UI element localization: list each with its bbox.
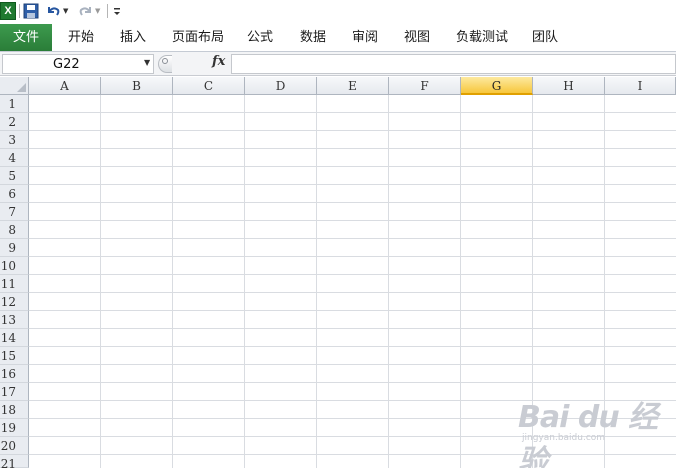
row-header[interactable]: 2 bbox=[0, 113, 29, 131]
row-header[interactable]: 12 bbox=[0, 293, 29, 311]
row-header[interactable]: 11 bbox=[0, 275, 29, 293]
redo-dropdown-icon[interactable]: ▼ bbox=[95, 2, 103, 20]
gridline bbox=[388, 95, 389, 468]
gridline bbox=[29, 220, 676, 221]
formula-bar: G22 ▼ fx bbox=[0, 52, 676, 76]
gridline bbox=[29, 148, 676, 149]
formula-bar-resize-handle[interactable] bbox=[158, 55, 172, 73]
gridline bbox=[460, 95, 461, 468]
tab-load-test[interactable]: 负载测试 bbox=[456, 24, 508, 51]
gridline bbox=[244, 95, 245, 468]
name-box-value: G22 bbox=[53, 57, 80, 72]
save-icon[interactable] bbox=[23, 2, 39, 20]
tab-view[interactable]: 视图 bbox=[404, 24, 430, 51]
qat-separator bbox=[107, 4, 108, 18]
row-header[interactable]: 16 bbox=[0, 365, 29, 383]
tab-home[interactable]: 开始 bbox=[68, 24, 94, 51]
row-header[interactable]: 4 bbox=[0, 149, 29, 167]
tab-page-layout[interactable]: 页面布局 bbox=[172, 24, 224, 51]
row-header[interactable]: 9 bbox=[0, 239, 29, 257]
gridline bbox=[29, 112, 676, 113]
gridline bbox=[29, 382, 676, 383]
row-header[interactable]: 5 bbox=[0, 167, 29, 185]
watermark-logo-text: Bai du 经验 bbox=[518, 400, 658, 468]
gridline bbox=[29, 274, 676, 275]
gridline bbox=[29, 328, 676, 329]
ribbon-tabs: 文件 开始 插入 页面布局 公式 数据 审阅 视图 负载测试 团队 bbox=[0, 24, 676, 52]
qat-separator bbox=[19, 4, 20, 18]
baidu-jingyan-watermark: Bai du 经验 jingyan.baidu.com bbox=[518, 392, 676, 468]
gridline bbox=[29, 292, 676, 293]
row-header[interactable]: 19 bbox=[0, 419, 29, 437]
tab-formulas[interactable]: 公式 bbox=[247, 24, 273, 51]
column-header[interactable]: D bbox=[245, 77, 317, 95]
tab-data[interactable]: 数据 bbox=[300, 24, 326, 51]
grip-icon bbox=[162, 58, 168, 64]
gridline bbox=[316, 95, 317, 468]
redo-icon[interactable] bbox=[78, 2, 94, 20]
row-header[interactable]: 20 bbox=[0, 437, 29, 455]
gridline bbox=[29, 364, 676, 365]
row-header[interactable]: 10 bbox=[0, 257, 29, 275]
column-header[interactable]: B bbox=[101, 77, 173, 95]
gridline bbox=[29, 166, 676, 167]
column-header[interactable]: C bbox=[173, 77, 245, 95]
gridline bbox=[29, 130, 676, 131]
quick-access-toolbar: X ▼ ▼ bbox=[0, 0, 676, 24]
gridline bbox=[29, 238, 676, 239]
gridline bbox=[172, 95, 173, 468]
tab-team[interactable]: 团队 bbox=[532, 24, 558, 51]
gridline bbox=[29, 202, 676, 203]
column-header[interactable]: E bbox=[317, 77, 389, 95]
row-header[interactable]: 14 bbox=[0, 329, 29, 347]
tab-file[interactable]: 文件 bbox=[0, 24, 52, 51]
excel-icon[interactable]: X bbox=[0, 2, 16, 20]
column-header[interactable]: A bbox=[29, 77, 101, 95]
column-header-selected[interactable]: G bbox=[461, 77, 533, 95]
tab-review[interactable]: 审阅 bbox=[352, 24, 378, 51]
insert-function-icon[interactable]: fx bbox=[212, 54, 225, 69]
gridline bbox=[29, 346, 676, 347]
column-header[interactable]: H bbox=[533, 77, 605, 95]
gridline bbox=[29, 256, 676, 257]
row-header[interactable]: 8 bbox=[0, 221, 29, 239]
gridline bbox=[100, 95, 101, 468]
gridline bbox=[29, 184, 676, 185]
name-box-dropdown-icon[interactable]: ▼ bbox=[144, 58, 150, 67]
row-header[interactable]: 13 bbox=[0, 311, 29, 329]
watermark-url: jingyan.baidu.com bbox=[522, 433, 606, 443]
column-header[interactable]: I bbox=[605, 77, 676, 95]
row-header[interactable]: 17 bbox=[0, 383, 29, 401]
formula-input[interactable] bbox=[231, 54, 676, 74]
row-header[interactable]: 15 bbox=[0, 347, 29, 365]
undo-icon[interactable] bbox=[45, 2, 61, 20]
row-header[interactable]: 7 bbox=[0, 203, 29, 221]
name-box[interactable]: G22 ▼ bbox=[2, 54, 154, 74]
row-header[interactable]: 6 bbox=[0, 185, 29, 203]
row-header[interactable]: 18 bbox=[0, 401, 29, 419]
gridline bbox=[29, 310, 676, 311]
undo-dropdown-icon[interactable]: ▼ bbox=[63, 2, 71, 20]
row-header[interactable]: 3 bbox=[0, 131, 29, 149]
tab-insert[interactable]: 插入 bbox=[120, 24, 146, 51]
select-all-button[interactable] bbox=[0, 77, 29, 95]
column-header[interactable]: F bbox=[389, 77, 461, 95]
row-header[interactable]: 21 bbox=[0, 455, 29, 468]
row-header[interactable]: 1 bbox=[0, 95, 29, 113]
select-all-icon bbox=[17, 83, 26, 92]
customize-qat-icon[interactable] bbox=[112, 2, 122, 20]
